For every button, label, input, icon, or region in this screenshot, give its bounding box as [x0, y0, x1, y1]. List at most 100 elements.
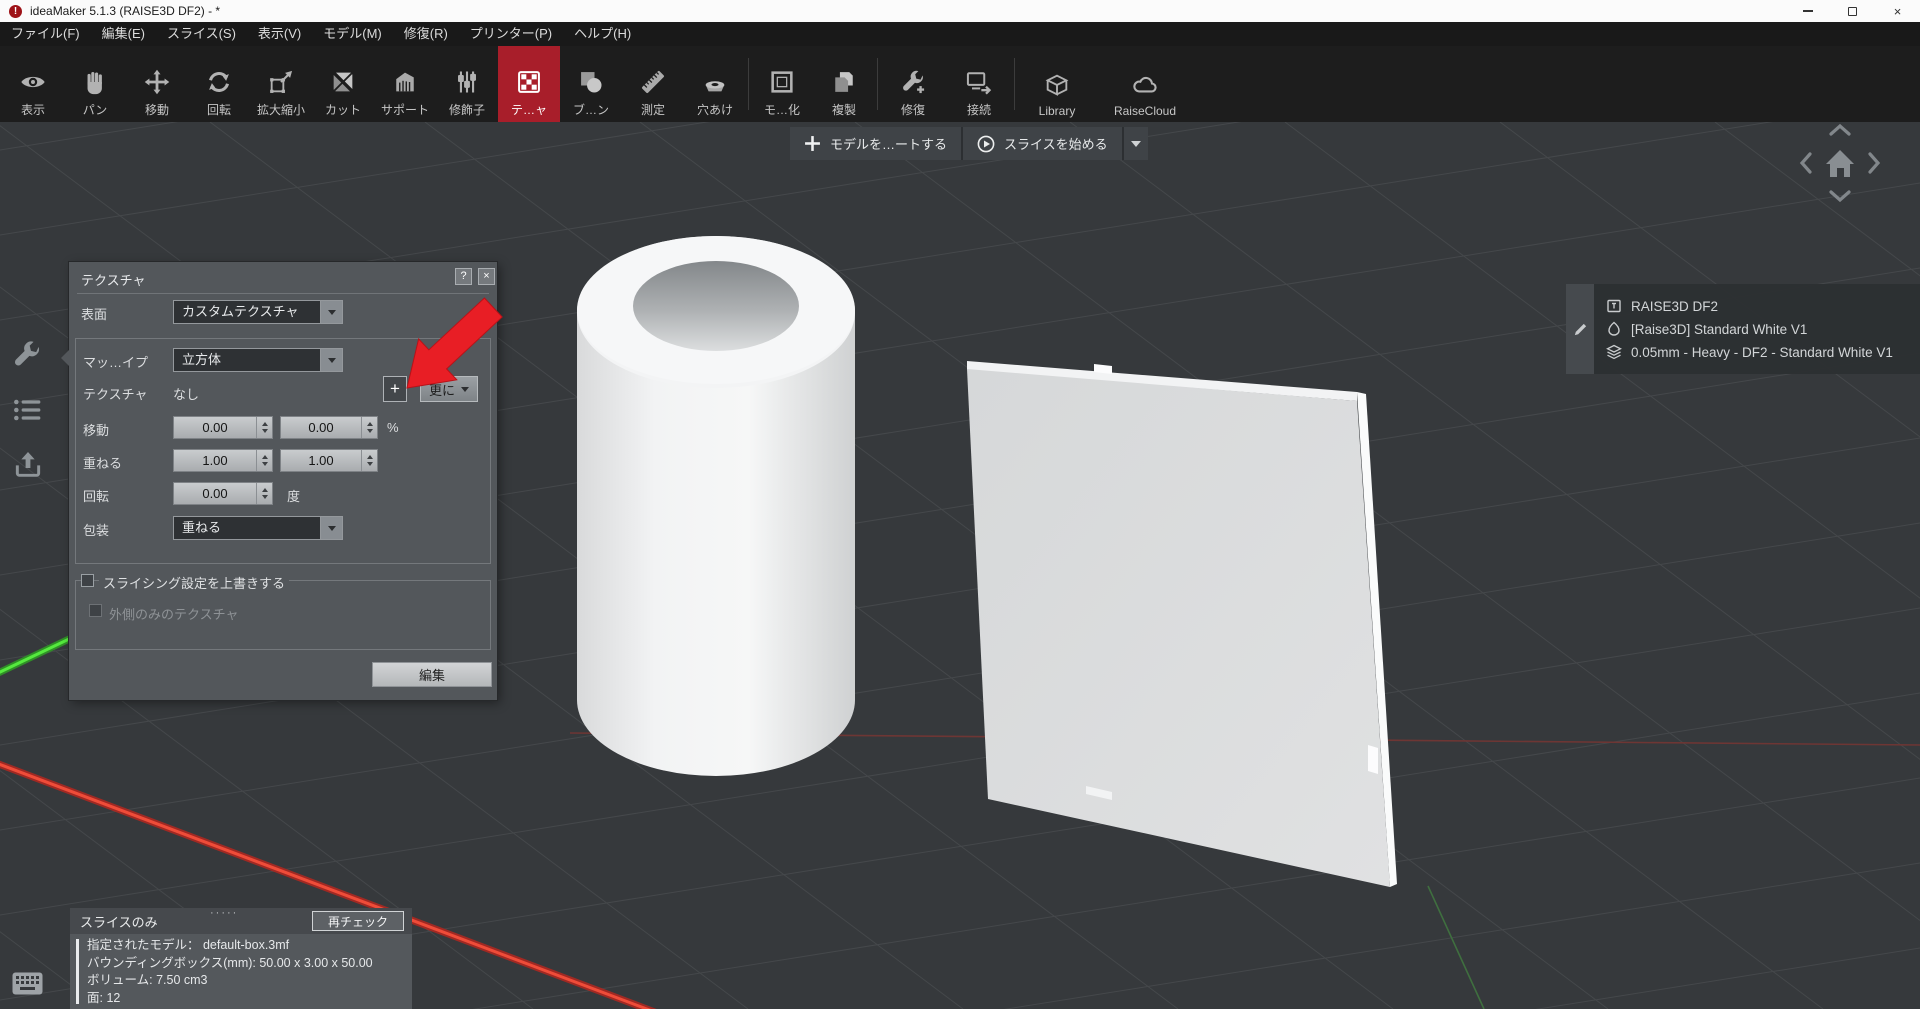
- model-plate[interactable]: [967, 361, 1397, 887]
- spinner-buttons[interactable]: [256, 450, 272, 471]
- tool-raisecloud[interactable]: RaiseCloud: [1097, 46, 1193, 122]
- drag-handle[interactable]: ·····: [210, 907, 238, 919]
- library-icon: [1043, 71, 1071, 99]
- template-row[interactable]: 0.05mm - Heavy - DF2 - Standard White V1: [1606, 344, 1920, 360]
- close-button[interactable]: ×: [1875, 0, 1920, 22]
- mapping-type-label: マッ…イプ: [83, 352, 148, 371]
- scale-icon: [267, 68, 295, 96]
- surface-dropdown[interactable]: カスタムテクスチャ: [173, 300, 343, 324]
- recheck-button[interactable]: 再チェック: [312, 911, 404, 931]
- import-model-button[interactable]: モデルを…ートする: [790, 127, 961, 160]
- wrap-dropdown[interactable]: 重ねる: [173, 516, 343, 540]
- surface-label: 表面: [81, 304, 107, 323]
- texture-value: なし: [173, 384, 199, 403]
- override-settings-checkbox[interactable]: [81, 574, 94, 587]
- boolean-icon: [577, 68, 605, 96]
- support-icon: [391, 68, 419, 96]
- eye-icon: [19, 68, 47, 96]
- start-slice-button[interactable]: スライスを始める: [961, 127, 1122, 160]
- hand-icon: [81, 68, 109, 96]
- menu-help[interactable]: ヘルプ(H): [563, 22, 642, 46]
- menu-model[interactable]: モデル(M): [312, 22, 393, 46]
- tool-library[interactable]: Library: [1017, 46, 1097, 122]
- tool-connect[interactable]: 接続: [946, 46, 1012, 122]
- dialog-title: テクスチャ: [81, 270, 145, 289]
- play-icon: [977, 135, 995, 153]
- spinner-buttons[interactable]: [256, 483, 272, 504]
- slice-options-dropdown[interactable]: [1122, 127, 1148, 160]
- tile-x-spinner[interactable]: 1.00: [173, 449, 273, 472]
- tool-pan[interactable]: パン: [64, 46, 126, 122]
- tool-drill[interactable]: 穴あけ: [684, 46, 746, 122]
- override-settings-label: スライシング設定を上書きする: [99, 573, 289, 592]
- view-navigation-gizmo: [1798, 122, 1898, 222]
- tool-support[interactable]: サポート: [374, 46, 436, 122]
- edit-button[interactable]: 編集: [372, 662, 492, 687]
- connect-icon: [965, 68, 993, 96]
- more-button[interactable]: 更に: [420, 376, 478, 402]
- close-icon: ×: [1894, 4, 1902, 19]
- nav-up-chevron[interactable]: [1831, 126, 1849, 134]
- keyboard-shortcuts-button[interactable]: [12, 972, 43, 1000]
- tool-rotate[interactable]: 回転: [188, 46, 250, 122]
- filament-row[interactable]: [Raise3D] Standard White V1: [1606, 321, 1920, 337]
- nav-left-chevron[interactable]: [1802, 154, 1810, 172]
- model-cylinder[interactable]: [577, 236, 855, 776]
- volume-line: ボリューム: 7.50 cm3: [87, 972, 373, 990]
- slice-panel-header[interactable]: スライスのみ ····· 再チェック: [70, 908, 412, 934]
- menu-repair[interactable]: 修復(R): [393, 22, 459, 46]
- toolbar-separator: [748, 58, 749, 110]
- tool-scale[interactable]: 拡大縮小: [250, 46, 312, 122]
- tool-view[interactable]: 表示: [2, 46, 64, 122]
- tile-y-spinner[interactable]: 1.00: [280, 449, 378, 472]
- tool-boolean[interactable]: ブ…ン: [560, 46, 622, 122]
- cut-icon: [329, 68, 357, 96]
- tool-cut[interactable]: カット: [312, 46, 374, 122]
- restore-button[interactable]: [1830, 0, 1875, 22]
- tool-meshify[interactable]: モ…化: [751, 46, 813, 122]
- ruler-icon: [639, 68, 667, 96]
- model-list-button[interactable]: [11, 394, 43, 431]
- nav-right-chevron[interactable]: [1870, 154, 1878, 172]
- move-unit: %: [387, 420, 399, 435]
- filament-icon: [1606, 321, 1622, 337]
- spinner-buttons[interactable]: [361, 450, 377, 471]
- dialog-help-button[interactable]: ?: [455, 268, 472, 285]
- nav-down-chevron[interactable]: [1831, 192, 1849, 200]
- restore-icon: [1848, 7, 1857, 16]
- printer-info-panel[interactable]: RAISE3D DF2 [Raise3D] Standard White V1 …: [1566, 284, 1920, 374]
- tool-texture[interactable]: テ…ャ: [498, 46, 560, 122]
- tool-measure[interactable]: 測定: [622, 46, 684, 122]
- tool-move[interactable]: 移動: [126, 46, 188, 122]
- spinner-buttons[interactable]: [256, 417, 272, 438]
- menu-bar: ファイル(F) 編集(E) スライス(S) 表示(V) モデル(M) 修復(R)…: [0, 22, 1920, 46]
- rotation-spinner[interactable]: 0.00: [173, 482, 273, 505]
- export-button[interactable]: [12, 448, 44, 485]
- nav-home-button[interactable]: [1826, 150, 1854, 177]
- move-icon: [143, 68, 171, 96]
- tool-duplicate[interactable]: 複製: [813, 46, 875, 122]
- move-x-spinner[interactable]: 0.00: [173, 416, 273, 439]
- tool-repair[interactable]: 修復: [880, 46, 946, 122]
- menu-view[interactable]: 表示(V): [247, 22, 312, 46]
- add-texture-button[interactable]: +: [383, 376, 407, 402]
- chevron-down-icon: [320, 517, 342, 539]
- move-y-spinner[interactable]: 0.00: [280, 416, 378, 439]
- outer-only-label: 外側のみのテクスチャ: [109, 604, 238, 623]
- minimize-button[interactable]: [1785, 0, 1830, 22]
- model-name-line: 指定されたモデル： default-box.3mf: [87, 937, 373, 955]
- tool-modifier[interactable]: 修飾子: [436, 46, 498, 122]
- spinner-buttons[interactable]: [361, 417, 377, 438]
- model-settings-button[interactable]: [10, 338, 44, 377]
- rotate-icon: [205, 68, 233, 96]
- dialog-close-button[interactable]: ×: [478, 268, 495, 285]
- sliders-icon: [453, 68, 481, 96]
- edit-settings-strip[interactable]: [1566, 284, 1594, 374]
- mapping-type-dropdown[interactable]: 立方体: [173, 348, 343, 372]
- menu-printer[interactable]: プリンター(P): [459, 22, 563, 46]
- menu-edit[interactable]: 編集(E): [91, 22, 156, 46]
- printer-row[interactable]: RAISE3D DF2: [1606, 298, 1920, 314]
- menu-slice[interactable]: スライス(S): [156, 22, 247, 46]
- minimize-icon: [1803, 10, 1813, 11]
- menu-file[interactable]: ファイル(F): [0, 22, 91, 46]
